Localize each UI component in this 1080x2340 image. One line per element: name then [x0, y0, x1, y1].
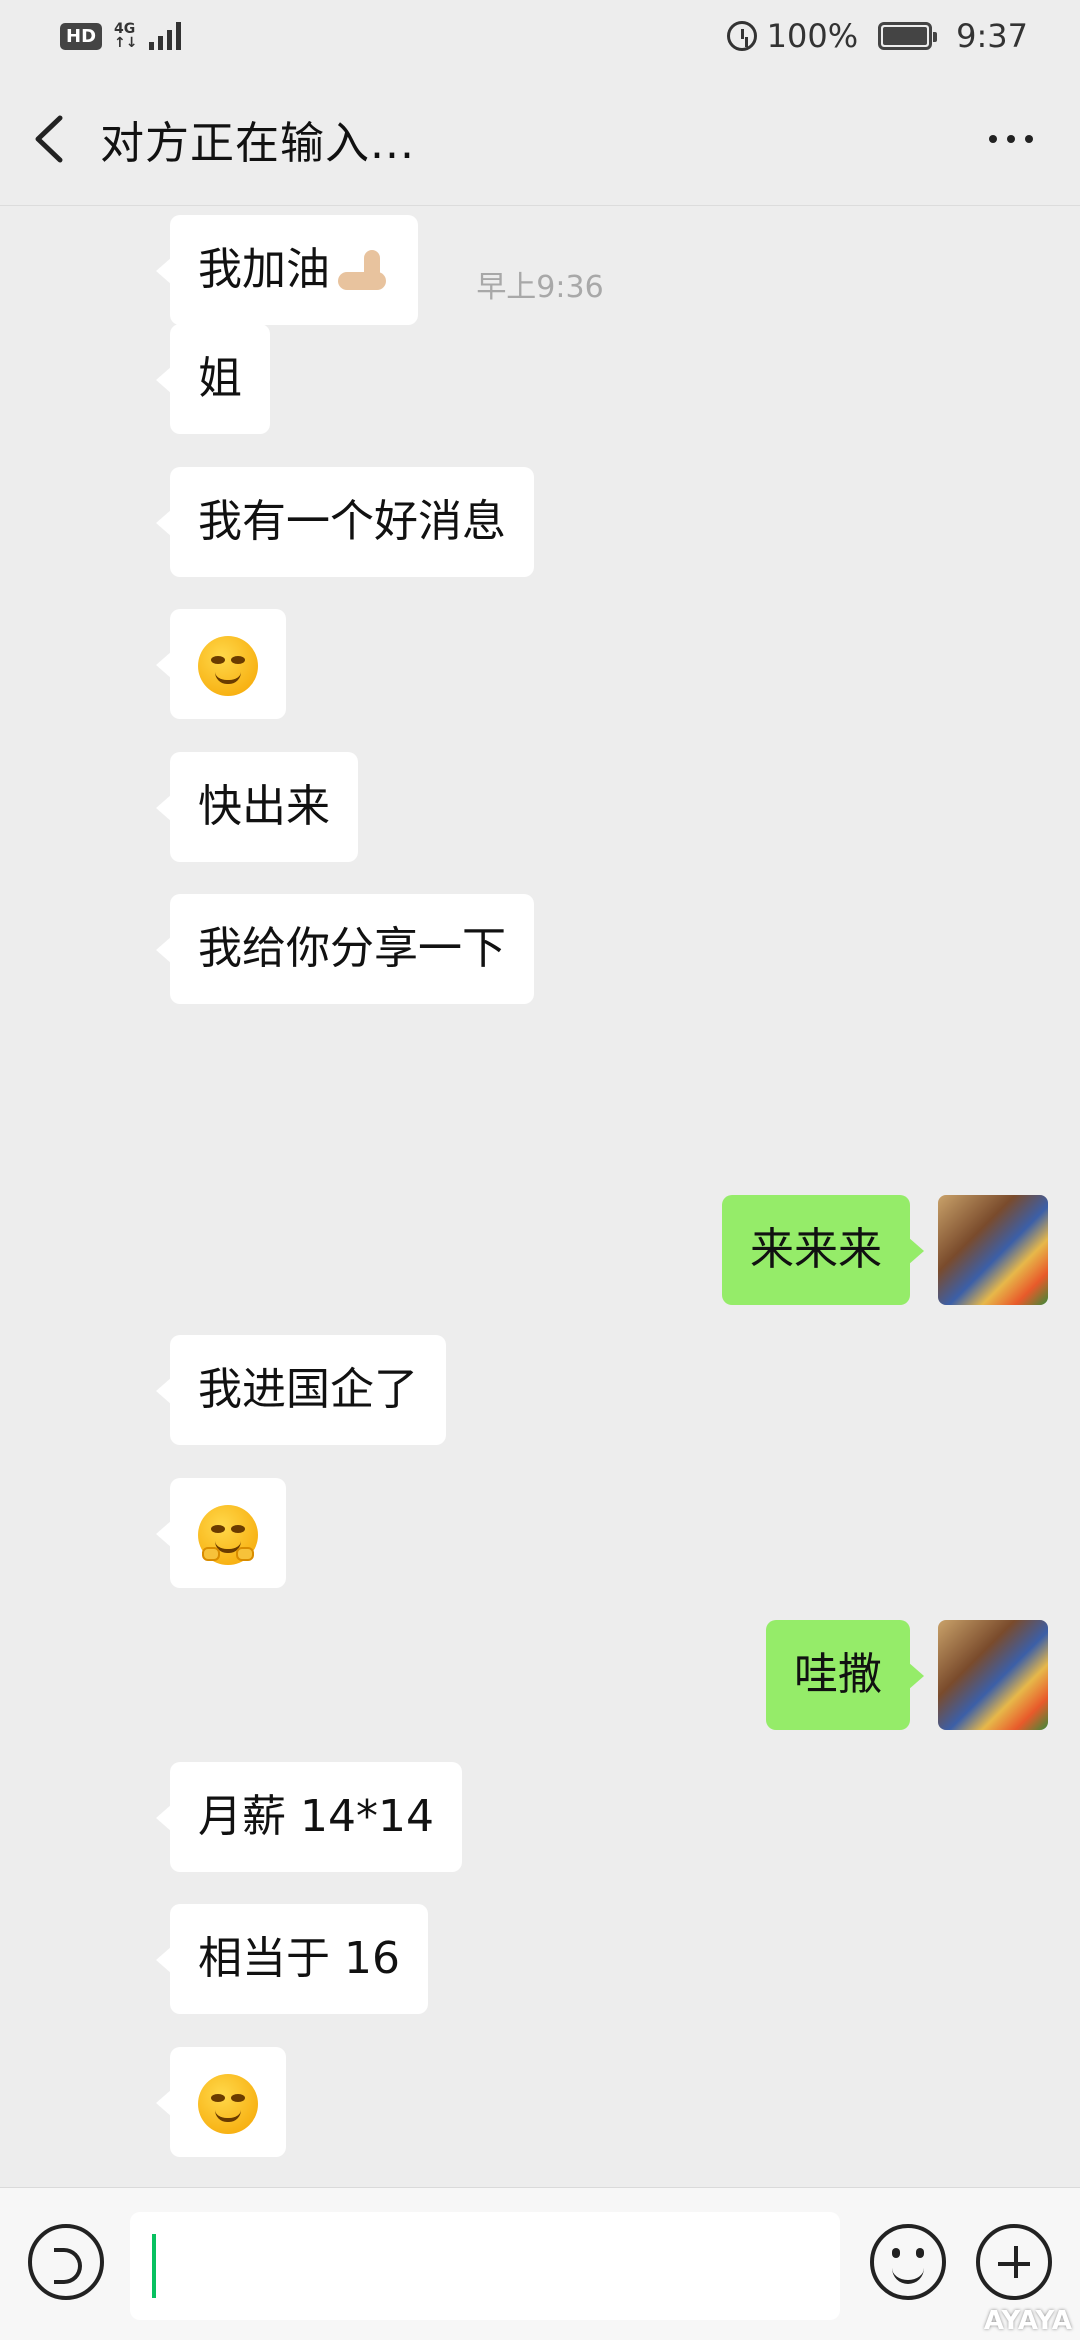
input-bar: AYAYA	[0, 2187, 1080, 2340]
battery-percent: 100%	[766, 17, 859, 55]
emoji-button[interactable]	[870, 2224, 946, 2300]
clock: 9:37	[956, 17, 1028, 55]
message-bubble[interactable]	[156, 609, 286, 719]
chat-title: 对方正在输入...	[100, 117, 415, 169]
alarm-icon	[726, 21, 757, 51]
self-avatar[interactable]	[938, 1195, 1048, 1305]
message-timestamp: 早上9:36	[476, 270, 604, 305]
message-bubble-self[interactable]: 哇撒	[766, 1620, 924, 1730]
message-bubble[interactable]: 姐	[156, 324, 270, 434]
smirking-face-icon	[198, 636, 258, 696]
text-caret	[152, 2234, 156, 2298]
smirking-face-icon	[198, 2074, 258, 2134]
more-actions-button[interactable]	[976, 2224, 1052, 2300]
message-bubble[interactable]: 我给你分享一下	[156, 894, 534, 1004]
message-input[interactable]	[130, 2212, 840, 2320]
status-bar: HD 4G ↑↓ 100% 9:37	[0, 0, 1080, 72]
network-type: 4G ↑↓	[114, 21, 138, 51]
dot-icon	[1025, 135, 1033, 143]
message-bubble[interactable]: 快出来	[156, 752, 358, 862]
dot-icon	[1007, 135, 1015, 143]
voice-input-button[interactable]	[28, 2224, 104, 2300]
message-bubble[interactable]: 相当于 16	[156, 1904, 428, 2014]
signal-icon	[149, 22, 182, 50]
chevron-left-icon	[35, 115, 63, 162]
hd-badge: HD	[60, 22, 103, 50]
back-button[interactable]	[0, 72, 100, 206]
message-bubble[interactable]	[156, 2047, 286, 2157]
watermark: AYAYA	[983, 2306, 1072, 2336]
status-left: HD 4G ↑↓	[60, 21, 182, 51]
more-options-button[interactable]	[976, 114, 1046, 164]
message-list[interactable]: 我加油 早上9:36 姐 我有一个好消息 快出来 我给你分享一下 我进国企了 月…	[0, 207, 1080, 2187]
message-bubble[interactable]	[156, 1478, 286, 1588]
hugging-face-icon	[198, 1505, 258, 1565]
message-bubble-self[interactable]: 来来来	[722, 1195, 924, 1305]
battery-icon	[878, 22, 938, 50]
message-bubble[interactable]: 我有一个好消息	[156, 467, 534, 577]
message-bubble[interactable]: 月薪 14*14	[156, 1762, 462, 1872]
self-avatar[interactable]	[938, 1620, 1048, 1730]
dot-icon	[989, 135, 997, 143]
status-right: 100% 9:37	[726, 17, 1028, 55]
message-bubble[interactable]: 我进国企了	[156, 1335, 446, 1445]
chat-header: 对方正在输入...	[0, 72, 1080, 206]
